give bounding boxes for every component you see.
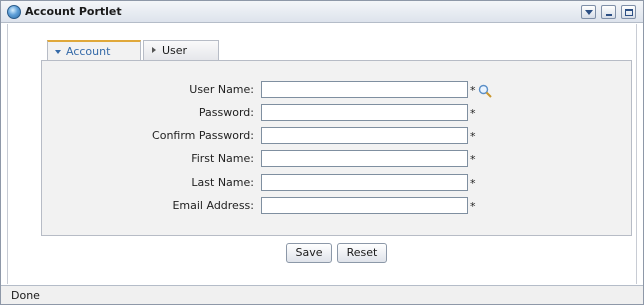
- title-bar: Account Portlet: [1, 1, 643, 23]
- tab-user-profile[interactable]: User Profile: [143, 40, 219, 76]
- email-address-label: Email Address:: [172, 199, 254, 212]
- search-icon[interactable]: [478, 84, 492, 98]
- first-name-input[interactable]: [261, 150, 468, 167]
- password-label: Password:: [198, 106, 254, 119]
- collapsed-arrow-icon: [152, 47, 156, 53]
- confirm-password-input[interactable]: [261, 127, 468, 144]
- user-name-label: User Name:: [189, 83, 254, 96]
- last-name-label: Last Name:: [191, 176, 254, 189]
- dropdown-arrow-icon: [585, 10, 593, 15]
- status-bar: Done: [1, 285, 643, 304]
- user-name-input[interactable]: [261, 81, 468, 98]
- tab-account-setting[interactable]: Account Setting: [47, 40, 141, 77]
- first-name-label: First Name:: [191, 152, 254, 165]
- window-menu-button[interactable]: [581, 5, 596, 19]
- last-name-input[interactable]: [261, 174, 468, 191]
- minimize-button[interactable]: [601, 5, 616, 19]
- confirm-password-label: Confirm Password:: [152, 129, 254, 142]
- password-input[interactable]: [261, 104, 468, 121]
- required-marker: *: [470, 84, 476, 97]
- email-address-input[interactable]: [261, 197, 468, 214]
- maximize-button[interactable]: [621, 5, 636, 19]
- required-marker: *: [470, 153, 476, 166]
- globe-icon: [7, 5, 21, 19]
- required-marker: *: [470, 107, 476, 120]
- required-marker: *: [470, 130, 476, 143]
- portlet-window: Account Portlet Account Setting User Pro…: [0, 0, 644, 305]
- required-marker: *: [470, 200, 476, 213]
- save-button[interactable]: Save: [286, 243, 332, 263]
- maximize-icon: [625, 9, 633, 16]
- expanded-arrow-icon: [55, 50, 61, 54]
- window-title: Account Portlet: [25, 5, 122, 18]
- reset-button[interactable]: Reset: [337, 243, 387, 263]
- required-marker: *: [470, 177, 476, 190]
- status-text: Done: [11, 289, 40, 302]
- minimize-icon: [606, 14, 612, 16]
